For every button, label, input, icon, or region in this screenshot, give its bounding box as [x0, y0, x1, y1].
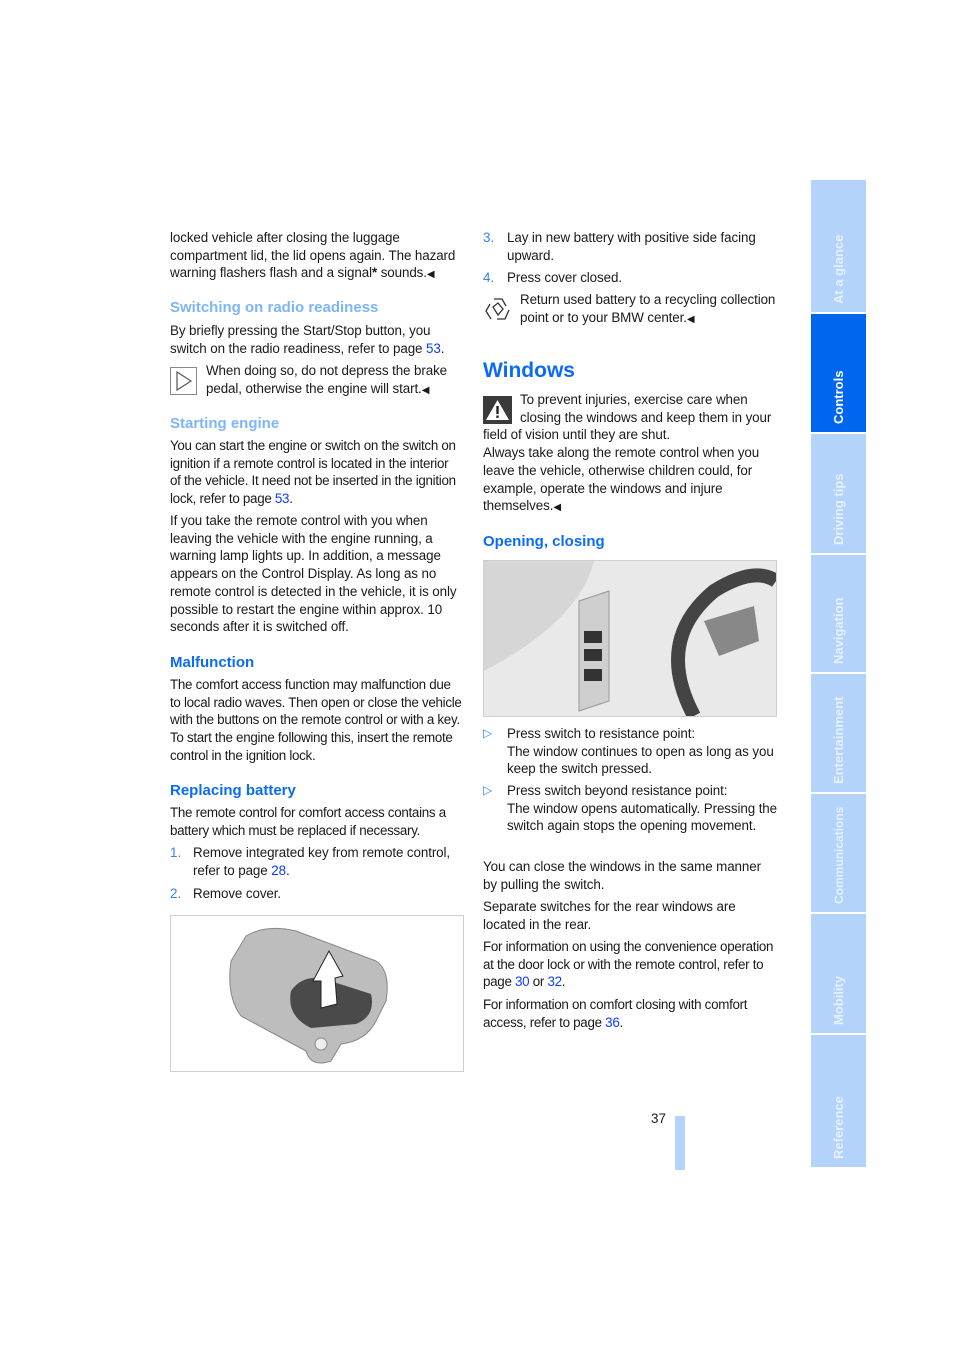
page-link-36[interactable]: 36: [605, 1015, 620, 1030]
radio-text: By briefly pressing the Start/Stop butto…: [170, 323, 431, 356]
bullet-icon: ▷: [483, 726, 493, 740]
tab-label: Reference: [830, 1096, 846, 1159]
heading-opening-closing: Opening, closing: [483, 533, 605, 550]
tab-driving-tips[interactable]: Driving tips: [811, 434, 866, 553]
heading-windows: Windows: [483, 359, 575, 382]
tab-controls[interactable]: Controls: [811, 314, 866, 432]
page-number: 37: [651, 1111, 666, 1126]
heading-replacing-battery: Replacing battery: [170, 782, 296, 799]
tab-label: Communications: [831, 806, 846, 904]
step-3: Lay in new battery with positive side fa…: [507, 230, 756, 263]
rear-switches-paragraph: Separate switches for the rear windows a…: [483, 899, 736, 932]
starting-text: You can start the engine or switch on th…: [170, 438, 456, 507]
tab-entertainment[interactable]: Entertainment: [811, 674, 866, 792]
note-icon: [170, 367, 197, 395]
page-link-53[interactable]: 53: [275, 491, 290, 506]
warning-text-2: Always take along the remote control whe…: [483, 445, 760, 514]
bullet-text: The window continues to open as long as …: [507, 743, 774, 777]
heading-starting-engine: Starting engine: [170, 415, 280, 432]
remote-control-illustration: [229, 927, 388, 1064]
page-link-53[interactable]: 53: [426, 341, 441, 356]
remote-control-figure: [170, 915, 464, 1072]
heading-radio-readiness: Switching on radio readiness: [170, 299, 379, 316]
recycling-icon: [485, 298, 510, 320]
tab-label: Navigation: [830, 597, 846, 664]
door-switch-illustration: [484, 561, 776, 716]
page-link-30[interactable]: 30: [515, 974, 530, 989]
tab-navigation[interactable]: Navigation: [811, 555, 866, 672]
bullet-title: Press switch beyond resistance point:: [507, 783, 728, 798]
step-text: Remove integrated key from remote contro…: [193, 845, 451, 878]
intro-paragraph: locked vehicle after closing the luggage…: [170, 229, 462, 284]
bullet-text: The window opens automatically. Pressing…: [507, 800, 778, 834]
radio-paragraph: By briefly pressing the Start/Stop butto…: [170, 323, 445, 356]
recycle-note: Return used battery to a recycling colle…: [520, 291, 778, 328]
tab-label: At a glance: [830, 234, 846, 304]
step-4: Press cover closed.: [507, 270, 622, 285]
or-text: or: [529, 974, 548, 990]
radio-note: When doing so, do not depress the brake …: [206, 362, 464, 399]
tab-label: Driving tips: [830, 473, 846, 545]
starting-paragraph-2: If you take the remote control with you …: [170, 513, 457, 635]
bullet-title: Press switch to resistance point:: [507, 726, 695, 741]
tab-reference[interactable]: Reference: [811, 1035, 866, 1167]
battery-paragraph: The remote control for comfort access co…: [170, 805, 446, 838]
bullet-icon: ▷: [483, 783, 493, 797]
tab-label: Mobility: [830, 975, 846, 1025]
step-1: Remove integrated key from remote contro…: [193, 845, 451, 878]
step-number: 2.: [170, 886, 182, 901]
tab-mobility[interactable]: Mobility: [811, 914, 866, 1033]
end-mark-icon: ◀: [426, 269, 435, 281]
step-number: 1.: [170, 845, 182, 860]
end-mark-icon: ◀: [686, 313, 695, 325]
step-number: 3.: [483, 230, 495, 245]
step-2: Remove cover.: [193, 886, 282, 901]
step-number: 4.: [483, 270, 495, 285]
starting-paragraph-1: You can start the engine or switch on th…: [170, 438, 456, 507]
tab-label: Entertainment: [830, 696, 846, 784]
heading-malfunction: Malfunction: [170, 654, 255, 671]
end-mark-icon: ◀: [421, 384, 430, 396]
page-link-28[interactable]: 28: [271, 863, 286, 878]
recycle-text: Return used battery to a recycling colle…: [520, 292, 776, 325]
window-switch-figure: [483, 560, 777, 717]
tab-communications[interactable]: Communications: [811, 794, 866, 912]
page-marker-bar: [675, 1116, 685, 1170]
close-windows-paragraph: You can close the windows in the same ma…: [483, 859, 761, 892]
radio-note-text: When doing so, do not depress the brake …: [206, 363, 448, 396]
warning-icon: [483, 396, 512, 424]
tab-at-a-glance[interactable]: At a glance: [811, 180, 866, 312]
page-link-32[interactable]: 32: [547, 974, 562, 989]
bullet-2: Press switch beyond resistance point: The…: [507, 782, 777, 835]
malfunction-paragraph: The comfort access function may malfunct…: [170, 677, 462, 763]
windows-warning: To prevent injuries, exercise care when …: [483, 391, 777, 517]
comfort-closing-paragraph: For information on comfort closing with …: [483, 997, 748, 1030]
bullet-1: Press switch to resistance point: The win…: [507, 725, 777, 778]
manual-page: locked vehicle after closing the luggage…: [0, 0, 954, 1351]
end-mark-icon: ◀: [553, 502, 561, 514]
warning-text: To prevent injuries, exercise care when …: [483, 392, 772, 443]
convenience-paragraph: For information on using the convenience…: [483, 939, 774, 990]
intro-end: sounds.: [377, 265, 427, 281]
tab-label: Controls: [830, 370, 846, 424]
